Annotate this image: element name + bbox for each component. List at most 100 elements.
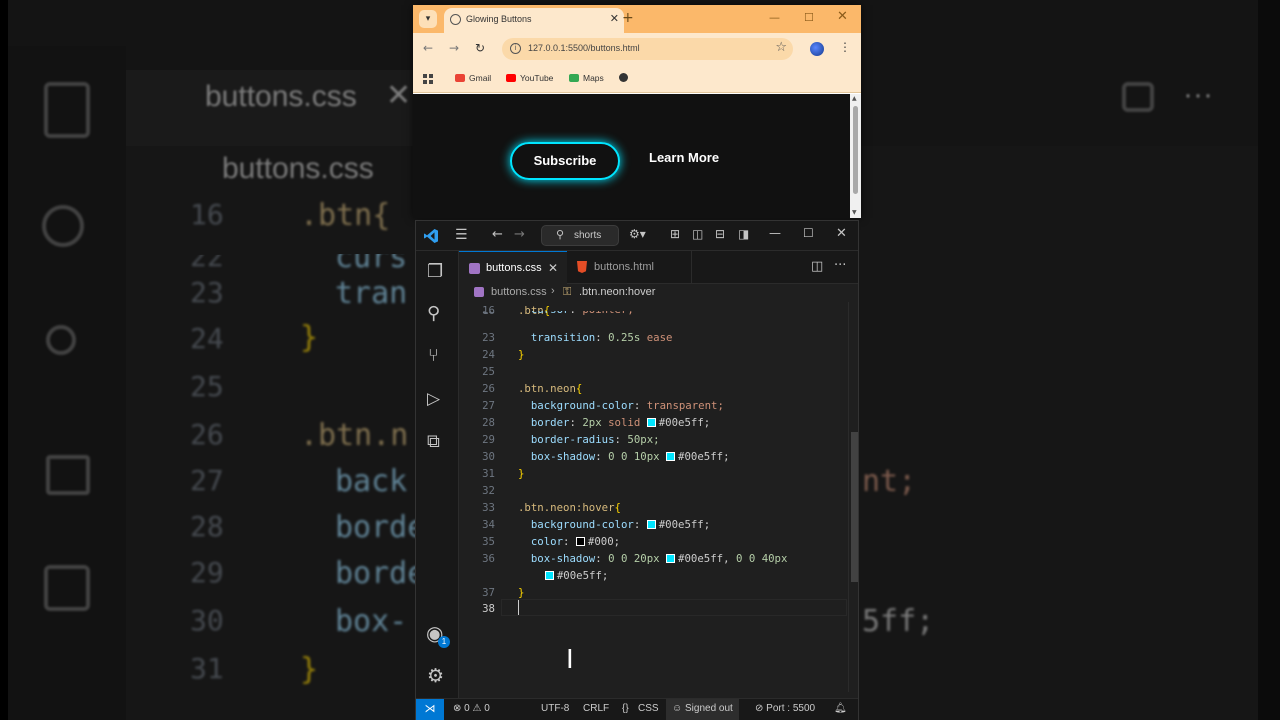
left-edge [0, 0, 8, 720]
account-status[interactable]: ☺ Signed out [666, 699, 739, 720]
back-arrow-icon[interactable]: ← [423, 41, 433, 55]
css-property: background-color [518, 399, 634, 412]
scroll-down-icon[interactable]: ▼ [852, 209, 857, 216]
bg-code-tran: tran [335, 276, 408, 311]
breadcrumb-symbol[interactable]: .btn.neon:hover [579, 286, 655, 298]
bg-line-number: 24 [190, 322, 224, 355]
back-arrow-icon[interactable]: ← [492, 227, 503, 242]
language-mode[interactable]: CSS [638, 703, 659, 714]
minimize-button[interactable]: — [769, 11, 780, 24]
editor-scrollbar[interactable] [848, 302, 858, 692]
tab-search-dropdown[interactable]: ▾ [419, 10, 437, 28]
css-property: box-shadow [518, 552, 596, 565]
code-line: 29 border-radius: 50px; [459, 431, 849, 448]
css-property: border-radius [518, 433, 615, 446]
brace: { [575, 382, 583, 395]
toggle-sidebar-icon[interactable]: ◫ [692, 227, 703, 241]
close-tab-icon[interactable]: ✕ [610, 12, 619, 25]
bg-code-btn-neon: .btn.n [300, 418, 409, 453]
error-count: 0 [464, 703, 470, 714]
code-editor[interactable]: 16 .btn{22 cursor: pointer; 23 transition:… [459, 302, 849, 692]
notifications-bell-icon[interactable]: 🔔︎ [834, 703, 847, 714]
forward-arrow-icon[interactable]: → [514, 227, 525, 242]
learn-more-button[interactable]: Learn More [649, 150, 719, 165]
hamburger-menu-icon[interactable]: ☰ [455, 227, 468, 243]
minimize-button[interactable]: — [769, 226, 781, 240]
code-text: transition: 0.25s ease [518, 329, 679, 346]
source-control-icon[interactable]: ⑂ [428, 345, 439, 366]
site-info-icon[interactable]: i [510, 43, 521, 54]
brace: } [518, 467, 525, 480]
run-debug-icon[interactable]: ▷ [427, 389, 440, 409]
customize-layout-icon[interactable]: ⊞ [670, 227, 680, 241]
eol-indicator[interactable]: CRLF [583, 703, 609, 714]
page-scrollbar[interactable]: ▲ ▼ [850, 94, 861, 218]
bookmark-star-icon[interactable]: ☆ [775, 40, 787, 55]
url-field[interactable]: i 127.0.0.1:5500/buttons.html ☆ [502, 38, 793, 60]
breadcrumb-chevron-icon: › [551, 285, 555, 297]
css-value: 2px [582, 416, 609, 429]
scrollbar-thumb[interactable] [853, 106, 858, 194]
tab-buttons-css[interactable]: buttons.css ✕ [459, 251, 567, 284]
color-value: #00e5ff [678, 552, 724, 565]
breadcrumb-file[interactable]: buttons.css [491, 286, 547, 298]
punctuation: ; [723, 450, 730, 463]
bg-code-ff: 5ff; [862, 604, 935, 639]
forward-arrow-icon[interactable]: → [449, 41, 459, 55]
maximize-button[interactable]: ☐ [804, 11, 814, 24]
close-window-button[interactable]: ✕ [837, 9, 848, 24]
browser-menu-icon[interactable]: ⋮ [839, 40, 851, 54]
bookmark-gmail[interactable]: Gmail [455, 73, 491, 83]
text-cursor-icon: I [566, 645, 574, 675]
css-value: 0.25s [608, 331, 647, 344]
command-center-search[interactable]: ⚲ shorts [541, 225, 619, 246]
globe-icon [450, 14, 461, 25]
copilot-icon[interactable]: ⚙▾ [629, 227, 646, 241]
bg-code-bord1: borde [335, 510, 426, 545]
browser-tab[interactable]: Glowing Buttons ✕ [444, 8, 624, 33]
live-server-port[interactable]: ⊘ Port : 5500 [755, 703, 815, 714]
search-icon[interactable]: ⚲ [427, 303, 440, 324]
explorer-icon[interactable]: ❐ [427, 261, 443, 282]
line-number: 27 [482, 399, 495, 412]
code-line: 30 box-shadow: 0 0 10px #00e5ff; [459, 448, 849, 465]
apps-grid-icon[interactable] [423, 74, 433, 84]
more-actions-icon[interactable]: ··· [834, 258, 846, 273]
scroll-up-icon[interactable]: ▲ [852, 95, 857, 102]
maximize-button[interactable]: ☐ [803, 226, 814, 240]
maps-icon [569, 74, 579, 82]
bookmark-youtube[interactable]: YouTube [506, 73, 553, 83]
settings-gear-icon[interactable]: ⚙ [427, 665, 444, 687]
scrollbar-thumb[interactable] [851, 432, 858, 582]
bookmark-globe[interactable] [619, 73, 632, 83]
html-file-icon [577, 261, 587, 273]
bg-code-nt: nt; [862, 464, 917, 499]
new-tab-button[interactable]: + [622, 10, 634, 26]
encoding-indicator[interactable]: UTF-8 [541, 703, 569, 714]
line-number: 36 [482, 552, 495, 565]
extensions-icon[interactable]: ⧉ [427, 431, 440, 452]
bg-line-number: 16 [190, 198, 224, 231]
css-value: solid [608, 416, 641, 429]
css-property: transition [518, 331, 596, 344]
reload-icon[interactable]: ↻ [475, 41, 485, 55]
code-text: } [518, 346, 524, 363]
bookmark-maps[interactable]: Maps [569, 73, 604, 83]
close-tab-icon[interactable]: ✕ [548, 261, 558, 275]
color-swatch [646, 520, 656, 529]
tab-label: buttons.css [486, 262, 542, 274]
close-window-button[interactable]: ✕ [836, 226, 847, 241]
toggle-secondary-sidebar-icon[interactable]: ◨ [738, 227, 749, 241]
code-line: 32 [459, 482, 849, 499]
problems-indicator[interactable]: ⊗ 0 ⚠ 0 [453, 703, 490, 714]
profile-avatar[interactable] [810, 42, 824, 56]
remote-indicator-icon[interactable]: ⋊ [416, 699, 444, 720]
punctuation: : [614, 433, 628, 446]
account-status-label: Signed out [685, 703, 733, 714]
subscribe-button[interactable]: Subscribe [510, 142, 620, 180]
tab-buttons-html[interactable]: buttons.html [567, 251, 692, 284]
warning-count: 0 [484, 703, 490, 714]
toggle-panel-icon[interactable]: ⊟ [715, 227, 725, 241]
split-editor-icon[interactable]: ◫ [811, 259, 823, 274]
